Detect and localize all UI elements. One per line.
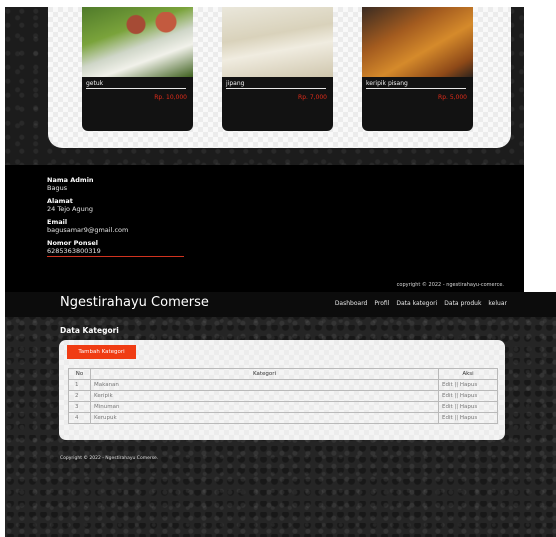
product-name: jipang bbox=[226, 80, 326, 89]
hapus-link[interactable]: Hapus bbox=[460, 404, 477, 410]
table-row: 2 Keripik Edit || Hapus bbox=[68, 390, 498, 402]
nav-links: Dashboard Profil Data kategori Data prod… bbox=[335, 300, 507, 307]
nav-link-keluar[interactable]: keluar bbox=[488, 300, 507, 307]
header-aksi: Aksi bbox=[438, 368, 498, 380]
admin-email-label: Email bbox=[47, 218, 68, 226]
aksi-separator: || bbox=[454, 393, 459, 399]
edit-link[interactable]: Edit bbox=[442, 382, 453, 388]
aksi-separator: || bbox=[454, 404, 459, 410]
page-title: Data Kategori bbox=[60, 326, 119, 335]
admin-address-label: Alamat bbox=[47, 197, 73, 205]
row-no: 4 bbox=[68, 412, 91, 424]
table-row: 1 Makanan Edit || Hapus bbox=[68, 379, 498, 391]
navbar: Ngestirahayu Comerse Dashboard Profil Da… bbox=[5, 292, 556, 317]
product-name: keripik pisang bbox=[366, 80, 466, 89]
hapus-link[interactable]: Hapus bbox=[460, 382, 477, 388]
product-price: Rp. 5,000 bbox=[438, 94, 467, 101]
table-header-row: No Kategori Aksi bbox=[68, 368, 498, 380]
product-card-getuk[interactable]: getuk Rp. 10,000 bbox=[82, 7, 193, 131]
add-kategori-button[interactable]: Tambah Kategori bbox=[67, 345, 136, 359]
kategori-panel: Tambah Kategori No Kategori Aksi 1 Makan… bbox=[59, 340, 505, 440]
admin-info: Nama Admin Bagus Alamat 24 Tejo Agung Em… bbox=[47, 176, 184, 262]
row-no: 3 bbox=[68, 401, 91, 413]
row-no: 1 bbox=[68, 379, 91, 391]
header-kategori: Kategori bbox=[90, 368, 439, 380]
admin-name-value: Bagus bbox=[47, 184, 68, 192]
hapus-link[interactable]: Hapus bbox=[460, 415, 477, 421]
table-row: 4 Kerupuk Edit || Hapus bbox=[68, 412, 498, 424]
product-card-keripik-pisang[interactable]: keripik pisang Rp. 5,000 bbox=[362, 7, 473, 131]
admin-phone-label: Nomor Ponsel bbox=[47, 239, 98, 247]
product-image bbox=[222, 7, 333, 77]
row-no: 2 bbox=[68, 390, 91, 402]
admin-phone-value: 6285363800319 bbox=[47, 247, 184, 257]
row-aksi: Edit || Hapus bbox=[438, 379, 498, 391]
admin-email-value: bagusamar9@gmail.com bbox=[47, 226, 129, 234]
product-card-jipang[interactable]: jipang Rp. 7,000 bbox=[222, 7, 333, 131]
nav-link-dashboard[interactable]: Dashboard bbox=[335, 300, 368, 307]
kategori-page-screenshot: Ngestirahayu Comerse Dashboard Profil Da… bbox=[5, 292, 556, 537]
header-no: No bbox=[68, 368, 91, 380]
row-kategori: Kerupuk bbox=[90, 412, 439, 424]
edit-link[interactable]: Edit bbox=[442, 404, 453, 410]
product-image bbox=[82, 7, 193, 77]
nav-link-data-produk[interactable]: Data produk bbox=[444, 300, 481, 307]
kategori-table: No Kategori Aksi 1 Makanan Edit || Hapus… bbox=[68, 368, 498, 424]
row-kategori: Keripik bbox=[90, 390, 439, 402]
row-aksi: Edit || Hapus bbox=[438, 412, 498, 424]
row-aksi: Edit || Hapus bbox=[438, 390, 498, 402]
footer-copyright: copyright © 2022 - ngestirahayu-comerce. bbox=[396, 282, 504, 288]
admin-name-label: Nama Admin bbox=[47, 176, 94, 184]
brand-title[interactable]: Ngestirahayu Comerse bbox=[60, 295, 209, 310]
aksi-separator: || bbox=[454, 382, 459, 388]
nav-link-profil[interactable]: Profil bbox=[374, 300, 389, 307]
row-aksi: Edit || Hapus bbox=[438, 401, 498, 413]
admin-footer: Nama Admin Bagus Alamat 24 Tejo Agung Em… bbox=[5, 165, 524, 292]
nav-link-data-kategori[interactable]: Data kategori bbox=[396, 300, 437, 307]
product-price: Rp. 10,000 bbox=[154, 94, 187, 101]
admin-address-value: 24 Tejo Agung bbox=[47, 205, 93, 213]
table-row: 3 Minuman Edit || Hapus bbox=[68, 401, 498, 413]
product-panel: getuk Rp. 10,000 jipang Rp. 7,000 keripi… bbox=[48, 7, 511, 148]
product-page-screenshot: getuk Rp. 10,000 jipang Rp. 7,000 keripi… bbox=[5, 7, 524, 292]
product-image bbox=[362, 7, 473, 77]
footer-copyright: Copyright © 2022 - Ngestirahayu Comerse. bbox=[60, 456, 159, 461]
row-kategori: Minuman bbox=[90, 401, 439, 413]
product-name: getuk bbox=[86, 80, 186, 89]
product-price: Rp. 7,000 bbox=[298, 94, 327, 101]
aksi-separator: || bbox=[454, 415, 459, 421]
hapus-link[interactable]: Hapus bbox=[460, 393, 477, 399]
row-kategori: Makanan bbox=[90, 379, 439, 391]
edit-link[interactable]: Edit bbox=[442, 393, 453, 399]
edit-link[interactable]: Edit bbox=[442, 415, 453, 421]
